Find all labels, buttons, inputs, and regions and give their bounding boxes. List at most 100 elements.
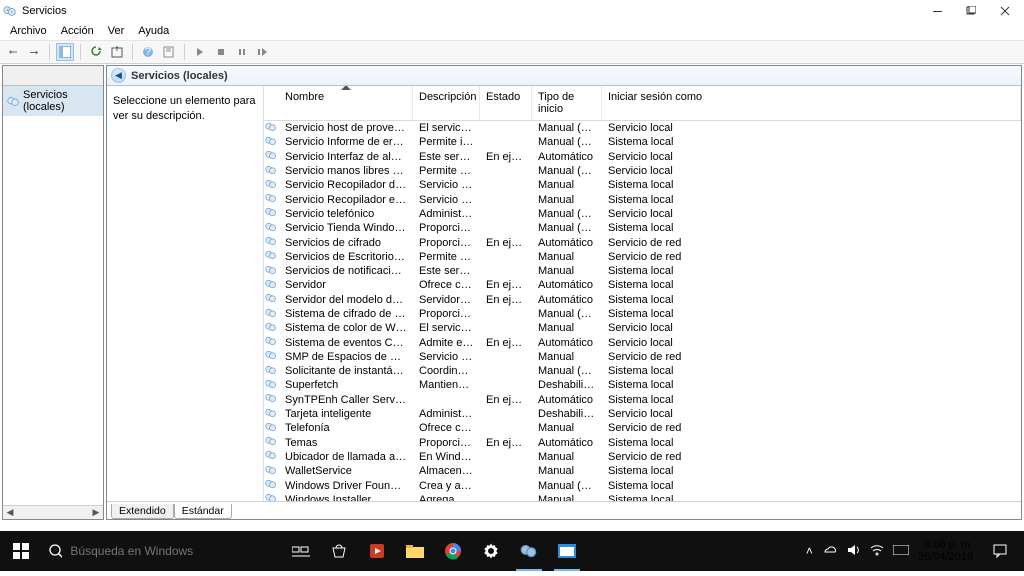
column-tipo-inicio[interactable]: Tipo de inicio [532, 86, 602, 120]
cell-nombre: Solicitante de instantáneas ... [279, 365, 413, 377]
separator [132, 44, 133, 60]
table-row[interactable]: Servicio Recopilador estánd...Servicio R… [264, 192, 1021, 206]
table-row[interactable]: Servicio Tienda Windows (...Proporciona.… [264, 221, 1021, 235]
tray-clock[interactable]: 3:08 p. m. 26/04/2019 [918, 539, 973, 563]
cell-iniciar-sesion: Sistema local [602, 494, 1021, 501]
column-descripcion[interactable]: Descripción [413, 86, 480, 120]
nav-back-button[interactable]: ⭠ [4, 43, 22, 61]
app-window-icon[interactable] [548, 531, 586, 571]
start-service-button[interactable] [191, 43, 209, 61]
cell-nombre: Superfetch [279, 379, 413, 391]
service-icon [264, 449, 279, 464]
table-row[interactable]: SynTPEnh Caller ServiceEn ejecu...Automá… [264, 393, 1021, 407]
column-nombre[interactable]: Nombre [279, 86, 413, 120]
table-row[interactable]: WalletServiceAlmacena o...ManualSistema … [264, 464, 1021, 478]
tab-estandar[interactable]: Estándar [174, 504, 232, 519]
table-row[interactable]: Servicio telefónicoAdministra ...Manual … [264, 207, 1021, 221]
pause-service-button[interactable] [233, 43, 251, 61]
stop-service-button[interactable] [212, 43, 230, 61]
table-row[interactable]: Windows Driver Foundation...Crea y admi.… [264, 478, 1021, 492]
start-button[interactable] [0, 531, 42, 571]
nav-forward-button[interactable]: ⭢ [25, 43, 43, 61]
window-title: Servicios [22, 5, 920, 17]
details-back-icon[interactable]: ◀ [111, 68, 126, 83]
table-row[interactable]: Servicio manos libres Bluet...Permite qu… [264, 164, 1021, 178]
cell-iniciar-sesion: Sistema local [602, 308, 1021, 320]
tray-volume-icon[interactable] [847, 544, 861, 559]
table-row[interactable]: Servicios de cifradoProporciona...En eje… [264, 235, 1021, 249]
column-iniciar-sesion[interactable]: Iniciar sesión como [602, 86, 1021, 120]
cell-iniciar-sesion: Servicio local [602, 408, 1021, 420]
cell-nombre: Servicio Recopilador de eve... [279, 179, 413, 191]
table-row[interactable]: ServidorOfrece com...En ejecu...Automáti… [264, 278, 1021, 292]
search-input[interactable] [70, 544, 276, 558]
cell-tipo-inicio: Manual [532, 322, 602, 334]
app-media-icon[interactable] [358, 531, 396, 571]
task-view-button[interactable] [282, 531, 320, 571]
scroll-right-arrow[interactable]: ▶ [89, 506, 103, 520]
table-row[interactable]: Servicios de Escritorio remotoPermite a … [264, 250, 1021, 264]
horizontal-scrollbar[interactable]: ◀ ▶ [3, 505, 103, 519]
grid-body[interactable]: Servicio host de proveedor ...El servici… [264, 121, 1021, 501]
close-button[interactable] [988, 0, 1022, 22]
cell-estado: En ejecu... [480, 151, 532, 163]
menu-archivo[interactable]: Archivo [4, 24, 53, 38]
cell-iniciar-sesion: Servicio de red [602, 422, 1021, 434]
table-row[interactable]: Sistema de eventos COM+Admite el Se...En… [264, 335, 1021, 349]
table-row[interactable]: Sistema de cifrado de archi...Proporcion… [264, 307, 1021, 321]
help-button[interactable]: ? [139, 43, 157, 61]
app-chrome-icon[interactable] [434, 531, 472, 571]
app-explorer-icon[interactable] [396, 531, 434, 571]
tray-onedrive-icon[interactable] [822, 544, 838, 558]
table-row[interactable]: Ubicador de llamada a proc...En Windows.… [264, 450, 1021, 464]
tray-network-icon[interactable] [870, 544, 884, 559]
table-row[interactable]: Servicio host de proveedor ...El servici… [264, 121, 1021, 135]
app-store-icon[interactable] [320, 531, 358, 571]
menu-ayuda[interactable]: Ayuda [132, 24, 175, 38]
menu-accion[interactable]: Acción [55, 24, 100, 38]
cell-descripcion: Servicio Rec... [413, 179, 480, 191]
table-row[interactable]: Tarjeta inteligenteAdministra ...Deshabi… [264, 407, 1021, 421]
menubar: Archivo Acción Ver Ayuda [0, 22, 1024, 40]
minimize-button[interactable] [920, 0, 954, 22]
table-row[interactable]: Solicitante de instantáneas ...Coordina … [264, 364, 1021, 378]
table-row[interactable]: SuperfetchMantiene y ...DeshabilitadoSis… [264, 378, 1021, 392]
table-row[interactable]: Servicio Recopilador de eve...Servicio R… [264, 178, 1021, 192]
table-row[interactable]: TemasProporciona...En ejecu...Automático… [264, 436, 1021, 450]
table-row[interactable]: SMP de Espacios de almace...Servicio hos… [264, 350, 1021, 364]
tree-item-services-local[interactable]: Servicios (locales) [3, 86, 103, 116]
taskbar-search[interactable] [42, 531, 282, 571]
cell-nombre: Servicio host de proveedor ... [279, 122, 413, 134]
export-list-button[interactable] [108, 43, 126, 61]
show-hide-console-tree-button[interactable] [56, 43, 74, 61]
refresh-button[interactable] [87, 43, 105, 61]
menu-ver[interactable]: Ver [102, 24, 131, 38]
cell-estado: En ejecu... [480, 237, 532, 249]
column-estado[interactable]: Estado [480, 86, 532, 120]
cell-nombre: WalletService [279, 465, 413, 477]
table-row[interactable]: TelefoníaOfrece com...ManualServicio de … [264, 421, 1021, 435]
tray-keyboard-icon[interactable] [893, 544, 909, 558]
scroll-left-arrow[interactable]: ◀ [3, 506, 17, 520]
cell-iniciar-sesion: Sistema local [602, 222, 1021, 234]
service-icon [264, 421, 279, 436]
table-row[interactable]: Servicio Interfaz de almacen...Este serv… [264, 150, 1021, 164]
tab-extendido[interactable]: Extendido [111, 504, 174, 519]
table-row[interactable]: Servidor del modelo de dat...Servidor de… [264, 293, 1021, 307]
table-row[interactable]: Windows InstallerAgrega, mo...ManualSist… [264, 493, 1021, 501]
cell-nombre: Servicios de Escritorio remoto [279, 251, 413, 263]
table-row[interactable]: Servicio Informe de errores ...Permite i… [264, 135, 1021, 149]
app-settings-icon[interactable] [472, 531, 510, 571]
service-icon [264, 392, 279, 407]
cell-tipo-inicio: Manual (dese... [532, 480, 602, 492]
properties-button[interactable] [160, 43, 178, 61]
table-row[interactable]: Sistema de color de WindowsEl servicio W… [264, 321, 1021, 335]
restart-service-button[interactable] [254, 43, 272, 61]
service-icon [264, 464, 279, 479]
cell-iniciar-sesion: Sistema local [602, 394, 1021, 406]
table-row[interactable]: Servicios de notificaciones ...Este serv… [264, 264, 1021, 278]
app-services-icon[interactable] [510, 531, 548, 571]
tray-chevron-up-icon[interactable]: ˄ [806, 544, 813, 558]
action-center-button[interactable] [982, 531, 1018, 571]
maximize-button[interactable] [954, 0, 988, 22]
